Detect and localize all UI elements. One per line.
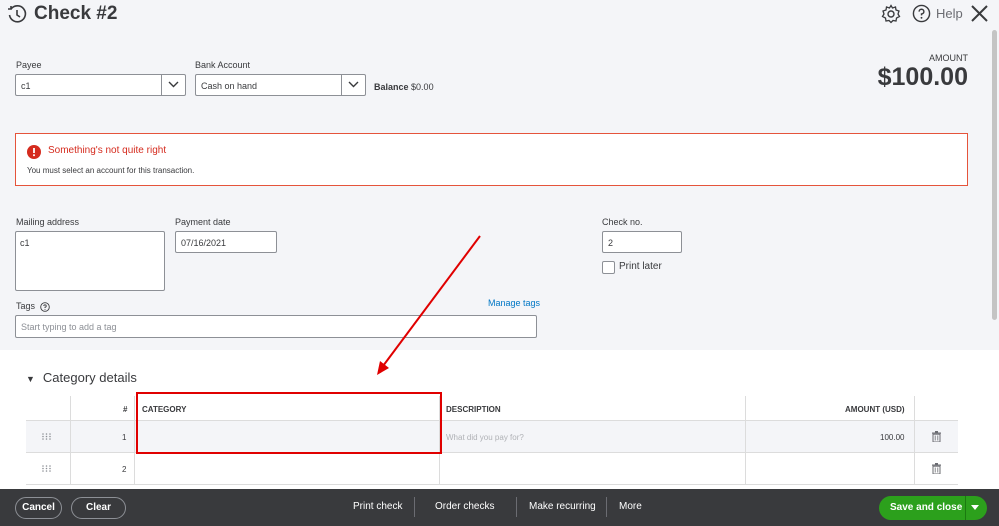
col-amount: AMOUNT (USD) (845, 405, 905, 414)
balance-value: $0.00 (411, 82, 434, 92)
error-icon (27, 145, 41, 159)
bank-account-label: Bank Account (195, 60, 251, 70)
chevron-down-icon[interactable] (341, 75, 365, 95)
order-checks-link[interactable]: Order checks (435, 501, 494, 512)
error-banner: Something's not quite right You must sel… (15, 133, 968, 186)
print-later-checkbox[interactable] (602, 261, 615, 274)
clear-button[interactable]: Clear (71, 497, 126, 519)
help-link[interactable]: Help (936, 6, 963, 21)
bank-account-value: Cash on hand (201, 81, 258, 91)
page-title: Check #2 (34, 3, 118, 24)
amount-value: $100.00 (877, 63, 968, 91)
payment-date-label: Payment date (175, 217, 231, 227)
trash-icon[interactable] (932, 463, 941, 474)
annotation-highlight-box (136, 392, 442, 454)
category-details-toggle[interactable]: ▼ Category details (26, 370, 137, 385)
payee-label: Payee (16, 60, 42, 70)
collapse-triangle-icon[interactable]: ▼ (26, 374, 35, 384)
header: Check #2 Help (0, 0, 999, 30)
row-num: 2 (122, 465, 127, 474)
print-check-link[interactable]: Print check (353, 501, 402, 512)
more-link[interactable]: More (619, 501, 642, 512)
table-row[interactable]: 2 (26, 453, 958, 485)
row-num: 1 (122, 433, 127, 442)
row-description[interactable]: What did you pay for? (446, 433, 524, 442)
history-icon[interactable] (7, 5, 27, 25)
cancel-button[interactable]: Cancel (15, 497, 62, 519)
row-amount[interactable]: 100.00 (880, 433, 904, 442)
mailing-address-label: Mailing address (16, 217, 80, 227)
footer-bar: Cancel Clear Print check Order checks Ma… (0, 489, 999, 526)
save-and-close-button[interactable]: Save and close (879, 496, 987, 520)
tags-label-wrap: Tags (16, 301, 50, 312)
caret-down-icon[interactable] (971, 505, 979, 511)
manage-tags-link[interactable]: Manage tags (488, 298, 540, 308)
help-icon[interactable] (912, 4, 931, 23)
scrollbar[interactable] (990, 30, 997, 320)
balance: Balance $0.00 (374, 82, 434, 92)
close-icon[interactable] (969, 3, 990, 24)
drag-handle-icon[interactable] (42, 465, 51, 472)
drag-handle-icon[interactable] (42, 433, 51, 440)
error-message: You must select an account for this tran… (27, 166, 195, 175)
amount-label: AMOUNT (929, 53, 968, 63)
scrollbar-thumb[interactable] (992, 30, 997, 320)
mailing-address-field[interactable]: c1 (15, 231, 165, 291)
print-later-label: Print later (619, 261, 662, 272)
col-description: DESCRIPTION (446, 405, 501, 414)
check-no-field[interactable]: 2 (602, 231, 682, 253)
payee-select[interactable]: c1 (15, 74, 186, 96)
chevron-down-icon[interactable] (161, 75, 185, 95)
payment-date-value: 07/16/2021 (181, 238, 227, 248)
payment-date-field[interactable]: 07/16/2021 (175, 231, 277, 253)
gear-icon[interactable] (881, 4, 901, 24)
tags-input[interactable]: Start typing to add a tag (15, 315, 537, 338)
save-and-close-label: Save and close (890, 502, 963, 513)
check-no-label: Check no. (602, 217, 643, 227)
mailing-address-value: c1 (20, 238, 30, 248)
question-icon[interactable] (39, 301, 50, 312)
tags-label: Tags (16, 301, 36, 311)
payee-value: c1 (21, 81, 31, 91)
trash-icon[interactable] (932, 431, 941, 442)
tags-placeholder: Start typing to add a tag (21, 322, 117, 332)
make-recurring-link[interactable]: Make recurring (529, 501, 596, 512)
error-title: Something's not quite right (48, 145, 167, 156)
balance-label: Balance (374, 82, 409, 92)
category-details-title: Category details (42, 370, 137, 385)
check-no-value: 2 (608, 238, 614, 248)
col-num: # (123, 405, 128, 414)
bank-account-select[interactable]: Cash on hand (195, 74, 366, 96)
